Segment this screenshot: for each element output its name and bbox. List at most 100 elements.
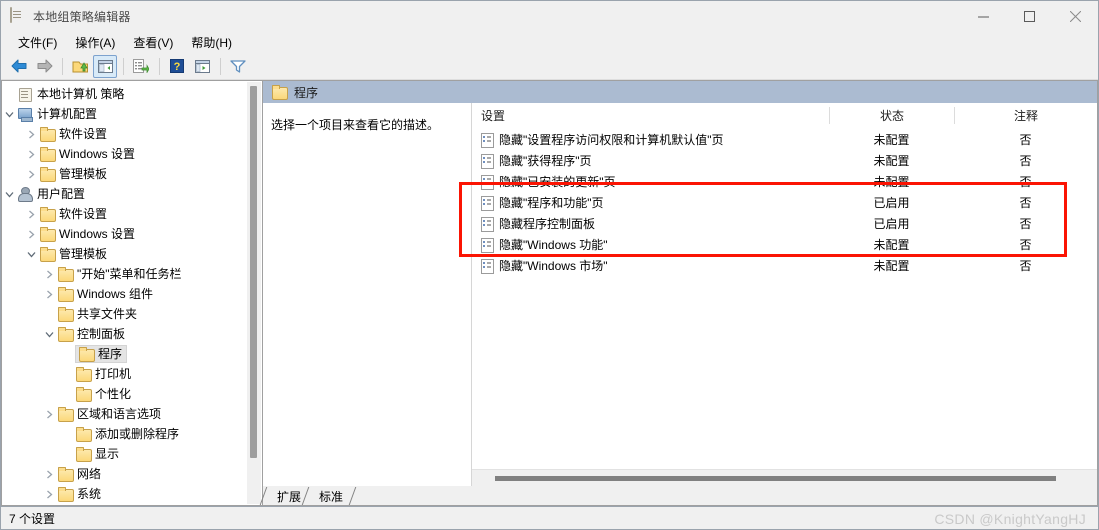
setting-comment: 否	[1019, 196, 1032, 210]
tree-item-windows-components[interactable]: Windows 组件	[2, 284, 262, 304]
table-row[interactable]: 隐藏"Windows 市场" 未配置 否	[472, 255, 1097, 276]
tree-item-printers[interactable]: 打印机	[2, 364, 262, 384]
list-body: 隐藏"设置程序访问权限和计算机默认值"页 未配置 否 隐藏"获得程序"页 未配置	[472, 129, 1097, 469]
tree-item-display[interactable]: 显示	[2, 444, 262, 464]
help-icon[interactable]: ?	[165, 55, 189, 78]
chevron-right-icon[interactable]	[42, 490, 57, 499]
tree-item-software-settings-uc[interactable]: 软件设置	[2, 204, 262, 224]
table-row[interactable]: 隐藏"程序和功能"页 已启用 否	[472, 192, 1097, 213]
menu-action[interactable]: 操作(A)	[66, 32, 124, 54]
chevron-down-icon[interactable]	[42, 330, 57, 339]
back-icon[interactable]	[7, 55, 31, 78]
tree-item-programs[interactable]: 程序	[2, 344, 262, 364]
policy-setting-icon	[481, 132, 494, 148]
scroll-icon	[10, 7, 26, 24]
main-body: 本地计算机 策略 计算机配置 软件设置 Windows 设置 管理模板 用户配置…	[1, 80, 1098, 506]
tab-standard[interactable]: 标准	[301, 487, 357, 505]
column-header-state[interactable]: 状态	[829, 107, 954, 124]
tree-item-label: 区域和语言选项	[77, 407, 162, 421]
tree-item-shared-folders[interactable]: 共享文件夹	[2, 304, 262, 324]
chevron-right-icon[interactable]	[24, 130, 39, 139]
tree-item-label: 显示	[95, 447, 120, 461]
policy-setting-icon	[481, 258, 494, 274]
tree-item-label: 软件设置	[59, 207, 108, 221]
view-tabs: 扩展 标准	[259, 486, 1097, 505]
folder-icon	[39, 167, 56, 182]
table-row[interactable]: 隐藏程序控制面板 已启用 否	[472, 213, 1097, 234]
tree-item-windows-settings-cc[interactable]: Windows 设置	[2, 144, 262, 164]
tree-item-computer-config[interactable]: 计算机配置	[2, 104, 262, 124]
folder-icon	[39, 147, 56, 162]
tree-root[interactable]: 本地计算机 策略	[2, 84, 262, 104]
tree-item-region-language[interactable]: 区域和语言选项	[2, 404, 262, 424]
forward-icon[interactable]	[32, 55, 56, 78]
tree-item-software-settings-cc[interactable]: 软件设置	[2, 124, 262, 144]
folder-icon	[39, 247, 56, 262]
menu-help[interactable]: 帮助(H)	[182, 32, 241, 54]
maximize-button[interactable]	[1006, 1, 1052, 32]
export-list-icon[interactable]	[129, 55, 153, 78]
tree-item-label: 用户配置	[37, 187, 86, 201]
tree-item-label: 管理模板	[59, 167, 108, 181]
tree-item-user-config[interactable]: 用户配置	[2, 184, 262, 204]
chevron-right-icon[interactable]	[42, 410, 57, 419]
scrollbar-thumb[interactable]	[495, 476, 1056, 481]
column-header-comment[interactable]: 注释	[954, 107, 1097, 124]
tree-item-add-remove-programs[interactable]: 添加或删除程序	[2, 424, 262, 444]
pane-header: 程序	[263, 81, 1097, 103]
table-row[interactable]: 隐藏"获得程序"页 未配置 否	[472, 150, 1097, 171]
list-horizontal-scrollbar[interactable]	[472, 469, 1097, 486]
up-folder-icon[interactable]	[68, 55, 92, 78]
tab-label: 标准	[319, 489, 344, 504]
tree-item-start-menu-taskbar[interactable]: "开始"菜单和任务栏	[2, 264, 262, 284]
show-tree-icon[interactable]	[93, 54, 117, 78]
setting-state: 未配置	[873, 133, 910, 147]
list-header: 设置 状态 注释	[472, 103, 1097, 129]
chevron-right-icon[interactable]	[24, 230, 39, 239]
tree-item-windows-settings-uc[interactable]: Windows 设置	[2, 224, 262, 244]
chevron-right-icon[interactable]	[42, 290, 57, 299]
chevron-right-icon[interactable]	[24, 170, 39, 179]
folder-icon	[57, 407, 74, 422]
tree-item-network[interactable]: 网络	[2, 464, 262, 484]
setting-comment: 否	[1019, 175, 1032, 189]
table-row[interactable]: 隐藏"设置程序访问权限和计算机默认值"页 未配置 否	[472, 129, 1097, 150]
setting-state: 已启用	[873, 196, 910, 210]
tree-vertical-scrollbar[interactable]	[247, 82, 261, 504]
user-icon	[17, 187, 33, 202]
close-button[interactable]	[1052, 1, 1098, 32]
tree-item-admin-templates-cc[interactable]: 管理模板	[2, 164, 262, 184]
table-row[interactable]: 隐藏"Windows 功能" 未配置 否	[472, 234, 1097, 255]
tree-item-control-panel[interactable]: 控制面板	[2, 324, 262, 344]
tree-item-label: "开始"菜单和任务栏	[77, 267, 182, 281]
setting-comment: 否	[1019, 217, 1032, 231]
tree-item-admin-templates-uc[interactable]: 管理模板	[2, 244, 262, 264]
tree-item-label: 共享文件夹	[77, 307, 138, 321]
tree-item-label: 程序	[98, 347, 123, 361]
chevron-right-icon[interactable]	[24, 150, 39, 159]
properties-icon[interactable]	[190, 55, 214, 78]
description-pane: 选择一个项目来查看它的描述。	[263, 103, 471, 486]
scrollbar-thumb[interactable]	[250, 86, 257, 458]
filter-icon[interactable]	[226, 55, 250, 78]
tree-item-system[interactable]: 系统	[2, 484, 262, 504]
setting-name: 隐藏"设置程序访问权限和计算机默认值"页	[499, 133, 724, 147]
setting-state: 已启用	[873, 217, 910, 231]
menu-view[interactable]: 查看(V)	[124, 32, 182, 54]
tree-item-personalization[interactable]: 个性化	[2, 384, 262, 404]
folder-icon	[78, 347, 95, 362]
toolbar-separator	[159, 57, 160, 75]
policy-setting-icon	[481, 216, 494, 232]
tree-item-label: 个性化	[95, 387, 132, 401]
table-row[interactable]: 隐藏"已安装的更新"页 未配置 否	[472, 171, 1097, 192]
chevron-down-icon[interactable]	[2, 110, 17, 119]
minimize-button[interactable]	[960, 1, 1006, 32]
chevron-right-icon[interactable]	[42, 270, 57, 279]
chevron-right-icon[interactable]	[24, 210, 39, 219]
column-header-setting[interactable]: 设置	[472, 107, 829, 124]
chevron-down-icon[interactable]	[2, 190, 17, 199]
settings-list-pane: 设置 状态 注释 隐藏"设置程序访问权限和计算机默认值"页 未配置 否 隐藏"获…	[471, 103, 1097, 486]
menu-file[interactable]: 文件(F)	[9, 32, 66, 54]
chevron-down-icon[interactable]	[24, 250, 39, 259]
chevron-right-icon[interactable]	[42, 470, 57, 479]
